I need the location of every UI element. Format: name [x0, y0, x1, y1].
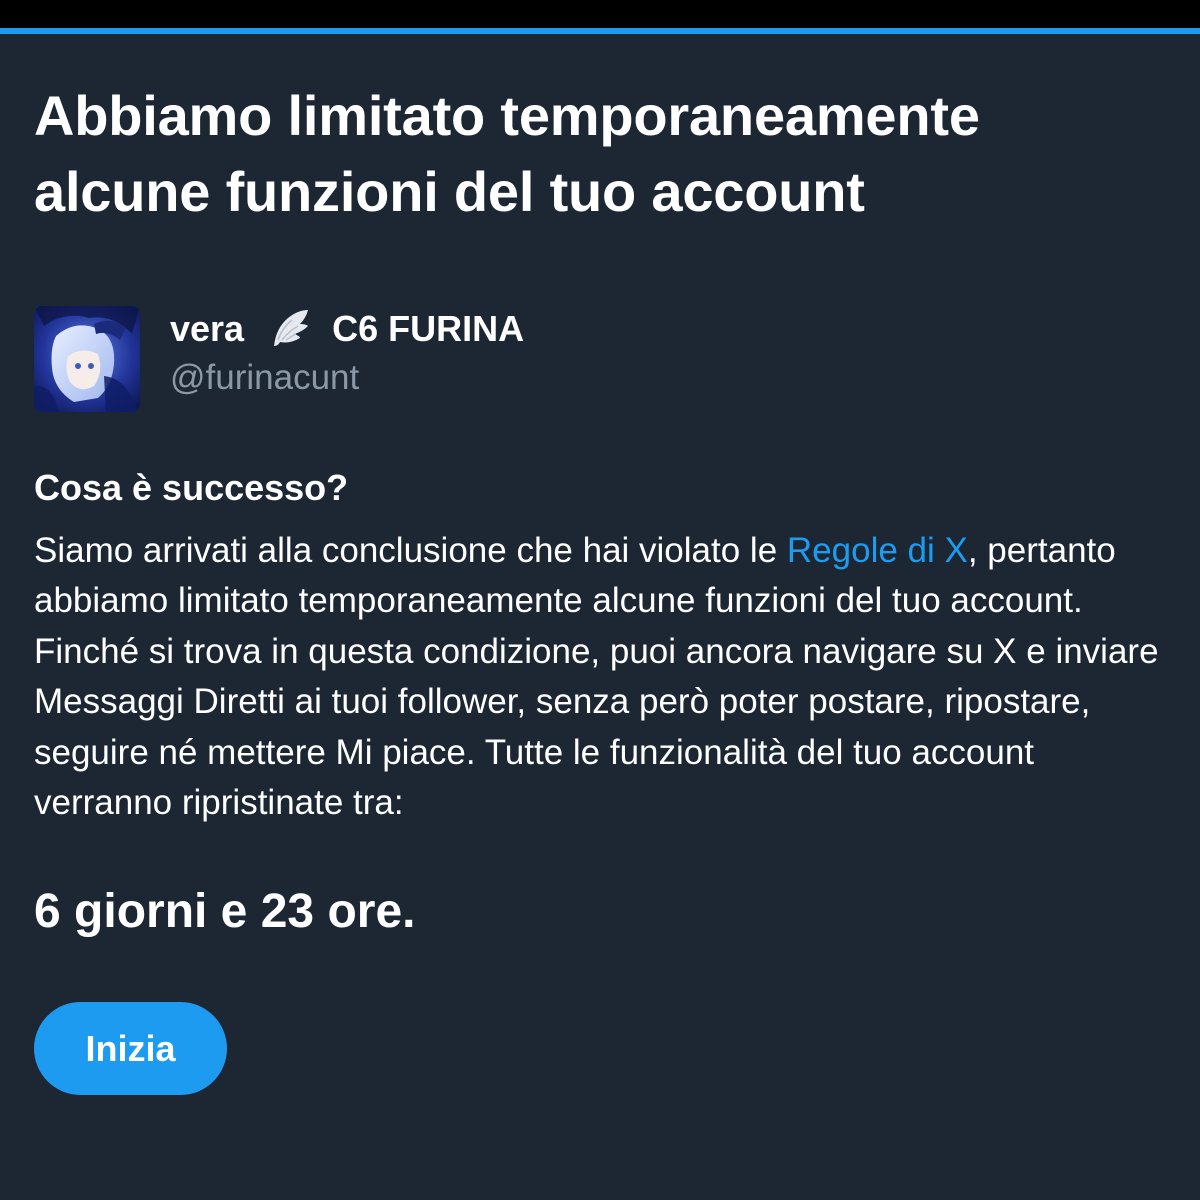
page-title: Abbiamo limitato temporaneamente alcune …	[34, 84, 980, 223]
explanation-text-end: , pertanto abbiamo limitato temporaneame…	[34, 531, 1159, 823]
section-heading: Cosa è successo?	[34, 467, 349, 508]
display-name-prefix: vera	[170, 308, 245, 349]
explanation-text-start: Siamo arrivati alla conclusione che hai …	[34, 531, 787, 570]
rules-link[interactable]: Regole di X	[787, 531, 968, 570]
display-name: vera C6 FURINA	[170, 306, 524, 352]
wing-icon	[266, 306, 312, 352]
top-bar	[0, 0, 1200, 28]
display-name-suffix: C6 FURINA	[332, 308, 525, 349]
explanation-text: Siamo arrivati alla conclusione che hai …	[34, 526, 1174, 828]
start-button[interactable]: Inizia	[34, 1002, 227, 1095]
account-handle: @furinacunt	[170, 358, 360, 397]
avatar	[34, 306, 140, 412]
avatar-image	[34, 306, 140, 412]
restriction-countdown: 6 giorni e 23 ore.	[34, 885, 416, 938]
